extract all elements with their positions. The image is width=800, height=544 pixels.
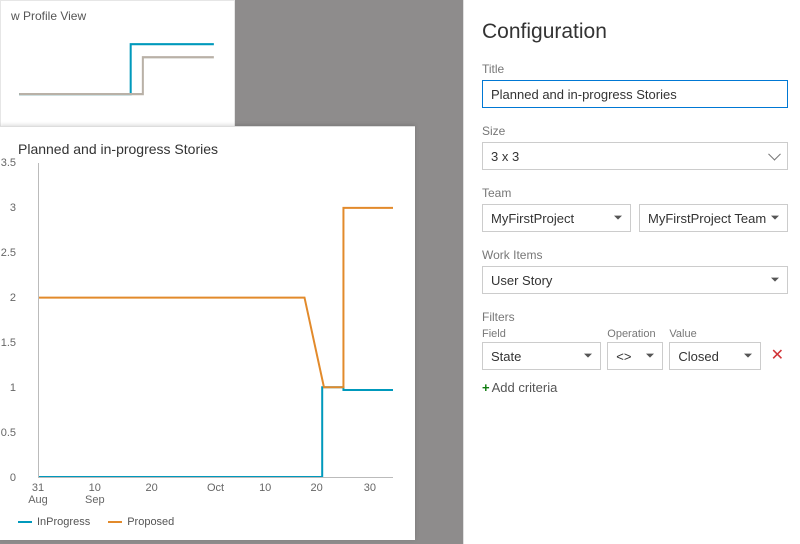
chart-legend: InProgress Proposed	[18, 516, 397, 528]
project-select[interactable]: MyFirstProject	[482, 204, 631, 232]
panel-heading: Configuration	[482, 20, 788, 44]
filter-op-label: Operation	[607, 328, 663, 340]
size-label: Size	[482, 124, 788, 138]
filter-val-label: Value	[669, 328, 760, 340]
filters-label: Filters	[482, 310, 788, 324]
filter-field-label: Field	[482, 328, 601, 340]
legend-label-inprogress: InProgress	[37, 516, 90, 528]
filter-val-select[interactable]: Closed	[669, 342, 760, 370]
workitems-select[interactable]: User Story	[482, 266, 788, 294]
legend-swatch-inprogress	[18, 521, 32, 523]
legend-item-inprogress: InProgress	[18, 516, 90, 528]
legend-item-proposed: Proposed	[108, 516, 174, 528]
title-input[interactable]	[482, 80, 788, 108]
team-label: Team	[482, 186, 788, 200]
chart-plot	[38, 163, 393, 478]
remove-filter-icon[interactable]: ✕	[767, 342, 788, 370]
configuration-panel: Configuration Title Size 3 x 3 Team MyFi…	[463, 0, 800, 544]
chart-plot-area: 00.511.522.533.5 31Aug10Sep20Oct102030	[32, 163, 393, 510]
background-mini-chart	[11, 29, 224, 105]
chart-preview-panel: Planned and in-progress Stories 00.511.5…	[0, 126, 415, 540]
plus-icon: +	[482, 380, 490, 395]
legend-label-proposed: Proposed	[127, 516, 174, 528]
chart-title: Planned and in-progress Stories	[18, 141, 397, 157]
size-select[interactable]: 3 x 3	[482, 142, 788, 170]
add-criteria-button[interactable]: +Add criteria	[482, 380, 788, 395]
background-widget-card: w Profile View	[0, 0, 235, 140]
filter-field-select[interactable]: State	[482, 342, 601, 370]
team-select[interactable]: MyFirstProject Team	[639, 204, 788, 232]
legend-swatch-proposed	[108, 521, 122, 523]
workitems-label: Work Items	[482, 248, 788, 262]
title-label: Title	[482, 62, 788, 76]
filter-op-select[interactable]: <>	[607, 342, 663, 370]
background-widget-title: w Profile View	[11, 9, 224, 23]
